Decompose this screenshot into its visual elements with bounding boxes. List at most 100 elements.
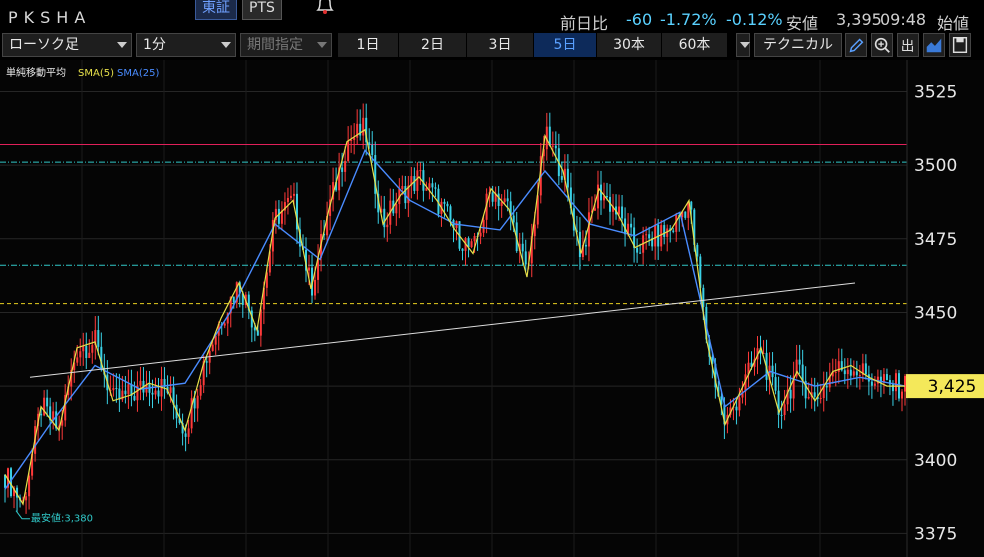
candle-body — [184, 433, 187, 437]
candle-body — [789, 389, 792, 399]
candle-body — [491, 192, 494, 202]
candle-body — [169, 387, 172, 393]
candle-body — [904, 376, 906, 392]
output-icon[interactable]: 出 — [897, 33, 919, 57]
candle-body — [900, 391, 903, 399]
candle-body — [858, 375, 861, 377]
candle-body — [434, 187, 437, 189]
candle-body — [554, 145, 557, 149]
candle-body — [85, 345, 88, 359]
candle-body — [428, 183, 431, 189]
candle-body — [308, 267, 311, 271]
interval-select[interactable]: 1分 — [136, 33, 236, 57]
candle-body — [735, 406, 738, 411]
candle-body — [277, 208, 280, 224]
chevron-down-icon — [317, 42, 327, 48]
tick-label: 3400 — [914, 451, 957, 471]
candle-body — [807, 397, 810, 399]
candle-body — [386, 224, 389, 228]
candle-body — [660, 225, 663, 247]
candle-body — [630, 223, 633, 228]
candle-body — [151, 392, 154, 395]
candle-body — [286, 197, 289, 203]
candle-body — [25, 496, 28, 501]
candle-body — [425, 188, 428, 191]
candle-body — [696, 244, 699, 257]
candle-body — [482, 219, 485, 233]
candle-body — [154, 390, 157, 395]
candle-body — [780, 414, 783, 416]
area-chart-icon[interactable] — [923, 33, 945, 57]
price-chart[interactable]: 3525 3500 3475 3450 3400 3375 3,425 単純移動平均 SM… — [0, 60, 984, 557]
legend-sma25: SMA(25) — [117, 68, 159, 79]
period-select[interactable]: 期間指定 — [240, 33, 332, 57]
candle-body — [500, 202, 503, 207]
candle-body — [672, 230, 675, 232]
candle-body — [852, 371, 855, 376]
candle-body — [133, 395, 136, 401]
range-tab-3d[interactable]: 3日 — [467, 33, 534, 57]
current-price-label: 3,425 — [928, 377, 977, 397]
save-icon[interactable] — [949, 33, 971, 57]
range-tab-60bars[interactable]: 60本 — [662, 33, 728, 57]
range-tab-1d[interactable]: 1日 — [338, 33, 399, 57]
candle-body — [870, 381, 873, 386]
candle-body — [157, 390, 160, 397]
candle-body — [506, 198, 509, 202]
candle-body — [344, 161, 347, 172]
tick-label: 3375 — [914, 524, 957, 544]
pencil-icon[interactable] — [845, 33, 867, 57]
candle-body — [205, 361, 208, 363]
candle-body — [289, 195, 292, 198]
candle-body — [593, 208, 596, 211]
range-tab-5d[interactable]: 5日 — [534, 33, 597, 57]
technical-button[interactable]: テクニカル — [754, 33, 842, 57]
candle-body — [497, 193, 500, 207]
current-price-tag: 3,425 — [906, 374, 984, 399]
candle-body — [738, 397, 741, 411]
exchange-tab-pts[interactable]: PTS — [242, 0, 282, 20]
candle-body — [551, 145, 554, 147]
candle-body — [470, 241, 473, 248]
candle-body — [521, 243, 524, 252]
exchange-tab-tse[interactable]: 東証 — [195, 0, 237, 20]
candle-body — [292, 193, 295, 196]
candle-body — [855, 371, 858, 376]
candle-body — [606, 196, 609, 198]
candle-body — [639, 252, 642, 254]
candle-body — [40, 413, 43, 416]
low-value: 3,395 — [836, 10, 882, 29]
candle-body — [449, 206, 452, 220]
candle-body — [395, 204, 398, 214]
zoom-icon[interactable] — [871, 33, 893, 57]
indicator-title: 単純移動平均 — [6, 66, 66, 79]
candle-body — [663, 225, 666, 237]
candle-body — [28, 475, 31, 497]
range-tab-2d[interactable]: 2日 — [399, 33, 467, 57]
alert-bell-icon[interactable] — [314, 0, 336, 16]
candle-body — [127, 384, 130, 395]
candle-body — [401, 186, 404, 190]
chart-type-select[interactable]: ローソク足 — [2, 33, 132, 57]
time-display: 09:48 — [880, 10, 927, 29]
candle-body — [512, 215, 515, 223]
candle-body — [636, 247, 639, 253]
range-tab-30bars[interactable]: 30本 — [597, 33, 662, 57]
candle-body — [419, 170, 422, 172]
candle-body — [446, 203, 449, 207]
candle-body — [566, 168, 569, 188]
change-percent: -1.72% — [660, 10, 717, 29]
candle-body — [368, 142, 371, 145]
candle-body — [825, 385, 828, 388]
candle-body — [645, 234, 648, 236]
candle-body — [783, 404, 786, 415]
candle-body — [846, 369, 849, 375]
candle-body — [843, 370, 846, 375]
range-more-button[interactable] — [736, 33, 750, 57]
tick-label: 3525 — [914, 82, 957, 102]
candle-body — [211, 344, 214, 351]
candle-body — [91, 344, 94, 353]
svg-text:出: 出 — [901, 38, 915, 54]
candle-body — [461, 248, 464, 251]
candle-body — [88, 352, 91, 359]
